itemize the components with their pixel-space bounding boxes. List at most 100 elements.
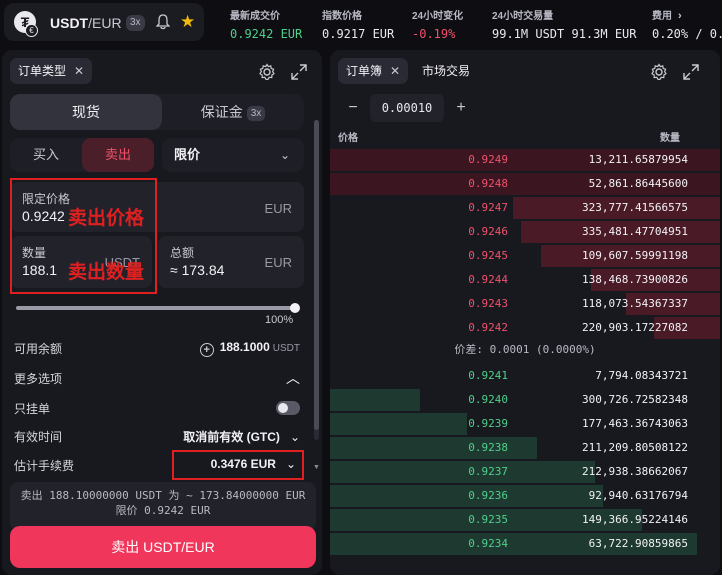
ask-quantity: 335,481.47704951 — [582, 225, 688, 238]
bid-quantity: 92,940.63176794 — [588, 489, 688, 502]
bid-row[interactable]: 0.9239 177,463.36743063 — [330, 412, 720, 436]
settings-gear-icon[interactable] — [258, 63, 276, 81]
favorite-star-icon[interactable]: ★ — [180, 12, 195, 32]
ask-price: 0.9248 — [468, 177, 508, 190]
bid-row[interactable]: 0.9238 211,209.80508122 — [330, 436, 720, 460]
order-form-panel: 订单类型 ✕ 现货 保证金 3x 买入 卖出 限价 ⌄ 限定价格 0.9242 EU… — [2, 50, 322, 575]
submit-sell-button[interactable]: 卖出 USDT/EUR — [10, 526, 316, 568]
annotation-sell-price: 卖出价格 — [68, 208, 145, 229]
stat-value: 0.9242 EUR — [230, 27, 303, 41]
expand-icon[interactable] — [290, 63, 308, 81]
bid-row[interactable]: 0.9241 7,794.08343721 — [330, 364, 720, 388]
available-balance-value: 188.1000 — [219, 340, 270, 354]
order-type-value: 限价 — [174, 147, 201, 162]
ask-quantity: 13,211.65879954 — [588, 153, 688, 166]
bid-price: 0.9241 — [468, 369, 508, 382]
stat-index-price: 指数价格 0.9217 EUR — [322, 7, 394, 41]
post-only-toggle[interactable] — [276, 401, 300, 415]
bid-price: 0.9237 — [468, 465, 508, 478]
summary-line: 卖出 188.10000000 USDT 为 ~ 173.84000000 EU… — [20, 489, 306, 502]
step-increase-button[interactable]: + — [446, 94, 476, 122]
chevron-down-icon: ⌄ — [279, 148, 290, 162]
amount-slider-handle[interactable] — [290, 303, 300, 313]
bid-row[interactable]: 0.9236 92,940.63176794 — [330, 484, 720, 508]
bid-price: 0.9239 — [468, 417, 508, 430]
ask-row[interactable]: 0.9246 335,481.47704951 — [330, 220, 720, 244]
add-funds-icon[interactable]: + — [199, 343, 214, 357]
more-options-row[interactable]: 更多选项 ︿ — [14, 368, 300, 388]
bid-quantity: 7,794.08343721 — [595, 369, 688, 382]
tab-label: 订单簿 — [346, 64, 383, 78]
bid-price: 0.9234 — [468, 537, 508, 550]
bid-price: 0.9238 — [468, 441, 508, 454]
step-decrease-button[interactable]: − — [338, 94, 368, 122]
pair-selector[interactable]: ₮ € USDT/EUR 3x ★ — [4, 3, 204, 41]
ask-row[interactable]: 0.9242 220,903.17227082 — [330, 316, 720, 340]
bid-quantity: 177,463.36743063 — [582, 417, 688, 430]
tab-margin[interactable]: 保证金 3x — [162, 94, 304, 130]
top-bar: ₮ € USDT/EUR 3x ★ 最新成交价 0.9242 EUR 指数价格 … — [0, 0, 722, 44]
stat-fees[interactable]: 费用 › 0.20% / 0. — [652, 7, 722, 41]
bid-price: 0.9240 — [468, 393, 508, 406]
close-icon[interactable]: ✕ — [74, 64, 84, 78]
tab-spot[interactable]: 现货 — [10, 94, 162, 130]
col-header-quantity: 数量 — [660, 133, 680, 144]
order-type-select[interactable]: 限价 ⌄ — [162, 138, 304, 172]
bid-row[interactable]: 0.9237 212,938.38662067 — [330, 460, 720, 484]
ask-row[interactable]: 0.9244 138,468.73900826 — [330, 268, 720, 292]
annotation-box-fee — [172, 450, 304, 480]
stat-value: 0.9217 EUR — [322, 27, 395, 41]
ask-quantity: 138,468.73900826 — [582, 273, 688, 286]
row-label: 只挂单 — [14, 402, 51, 416]
ask-row[interactable]: 0.9248 52,861.86445600 — [330, 172, 720, 196]
ask-row[interactable]: 0.9247 323,777.41566575 — [330, 196, 720, 220]
buy-button[interactable]: 买入 — [10, 138, 82, 172]
col-header-price: 价格 — [338, 133, 358, 144]
bid-quantity: 212,938.38662067 — [582, 465, 688, 478]
stat-label: 费用 — [652, 11, 672, 22]
ask-row[interactable]: 0.9243 118,073.54367337 — [330, 292, 720, 316]
ask-price: 0.9246 — [468, 225, 508, 238]
ask-price: 0.9245 — [468, 249, 508, 262]
ask-row[interactable]: 0.9245 109,607.59991198 — [330, 244, 720, 268]
stat-label: 24小时变化 — [412, 11, 464, 22]
bell-icon[interactable] — [156, 14, 170, 30]
scrollbar-thumb[interactable] — [314, 120, 319, 430]
bid-row[interactable]: 0.9235 149,366.95224146 — [330, 508, 720, 532]
available-unit: USDT — [272, 343, 300, 354]
tab-market-trades[interactable]: 市场交易 — [414, 58, 478, 84]
tab-margin-label: 保证金 — [200, 104, 243, 120]
slider-percent: 100% — [265, 314, 294, 326]
total-input[interactable]: ≈ 173.84 — [170, 262, 224, 278]
orderbook-panel: 订单簿 ✕ 市场交易 − 0.00010 + 价格 数量 0.9249 13,211… — [330, 50, 720, 575]
time-in-force-row[interactable]: 有效时间 取消前有效 (GTC) ⌄ — [14, 426, 300, 446]
ask-row[interactable]: 0.9249 13,211.65879954 — [330, 148, 720, 172]
market-type-toggle: 现货 保证金 3x — [10, 94, 304, 130]
ask-price: 0.9249 — [468, 153, 508, 166]
expand-icon[interactable] — [682, 63, 700, 81]
stat-value: -0.19% — [412, 27, 456, 41]
tab-orderbook[interactable]: 订单簿 ✕ — [338, 58, 409, 84]
pair-quote: /EUR — [88, 15, 122, 31]
total-field[interactable]: 总额 ≈ 173.84 EUR — [158, 236, 304, 288]
ask-quantity: 52,861.86445600 — [588, 177, 688, 190]
close-icon[interactable]: ✕ — [390, 64, 400, 78]
field-label: 总额 — [170, 246, 195, 260]
tab-label: 市场交易 — [422, 64, 471, 78]
scroll-down-icon[interactable]: ▼ — [313, 464, 320, 471]
amount-slider-track[interactable] — [16, 306, 296, 310]
chevron-right-icon: › — [678, 10, 682, 22]
bid-row[interactable]: 0.9234 63,722.90859865 — [330, 532, 720, 556]
bid-quantity: 63,722.90859865 — [588, 537, 688, 550]
sell-button[interactable]: 卖出 — [82, 138, 154, 172]
step-value[interactable]: 0.00010 — [370, 94, 444, 122]
side-toggle: 买入 卖出 — [10, 138, 154, 172]
bid-row[interactable]: 0.9240 300,726.72582348 — [330, 388, 720, 412]
settings-gear-icon[interactable] — [650, 63, 668, 81]
ask-quantity: 118,073.54367337 — [582, 297, 688, 310]
field-currency: EUR — [264, 201, 292, 216]
ask-quantity: 109,607.59991198 — [582, 249, 688, 262]
stat-last-price: 最新成交价 0.9242 EUR — [230, 7, 302, 41]
tab-order-type[interactable]: 订单类型 ✕ — [10, 58, 93, 84]
chevron-up-icon: ︿ — [286, 370, 300, 386]
